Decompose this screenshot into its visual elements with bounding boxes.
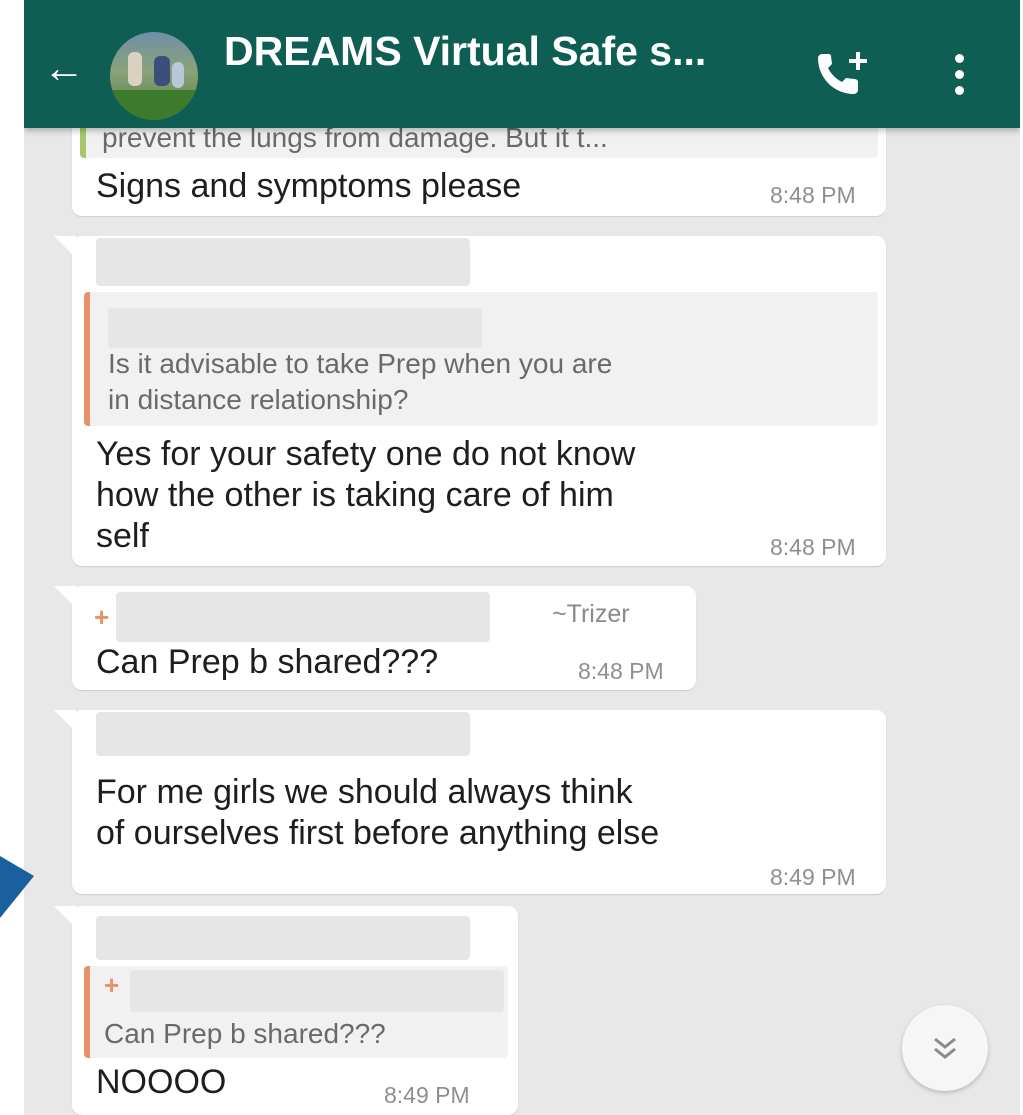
message-bubble[interactable]: + Can Prep b shared??? NOOOO 8:49 PM — [54, 906, 518, 1115]
message-time: 8:48 PM — [578, 658, 664, 684]
message-text-line: of ourselves first before anything else — [96, 814, 660, 852]
message-time: 8:49 PM — [384, 1082, 470, 1108]
message-bubble[interactable]: + ~Trizer Can Prep b shared??? 8:48 PM — [54, 586, 696, 690]
quoted-text-line: Is it advisable to take Prep when you ar… — [108, 348, 613, 379]
scroll-to-bottom-button[interactable] — [902, 1005, 988, 1091]
message-text: Signs and symptoms please — [96, 167, 522, 205]
message-time: 8:48 PM — [770, 182, 856, 208]
message-time: 8:48 PM — [770, 534, 856, 560]
arrow-left-icon[interactable]: ← — [42, 46, 86, 90]
pointer-arrow-icon — [0, 848, 40, 928]
message-bubble[interactable]: Is it advisable to take Prep when you ar… — [54, 236, 886, 566]
redacted-sender — [96, 916, 470, 960]
quoted-text-line: in distance relationship? — [108, 384, 409, 415]
quoted-message[interactable]: + Can Prep b shared??? — [84, 966, 508, 1058]
plus-indicator: + — [104, 970, 120, 1000]
message-text: NOOOO — [96, 1063, 227, 1101]
message-text: Can Prep b shared??? — [96, 643, 439, 681]
message-text-line: Yes for your safety one do not know — [96, 435, 636, 473]
group-avatar[interactable] — [110, 32, 198, 120]
message-text-line: For me girls we should always think — [96, 773, 633, 811]
redacted-sender — [96, 238, 470, 286]
chat-screen: ← DREAMS Virtual Safe s... prevent the l… — [24, 0, 1020, 1115]
quoted-text: Can Prep b shared??? — [104, 1018, 386, 1049]
redacted-sender — [96, 712, 470, 756]
message-text-line: how the other is taking care of him — [96, 476, 614, 514]
add-call-icon[interactable] — [814, 48, 874, 100]
chat-title[interactable]: DREAMS Virtual Safe s... — [224, 28, 784, 75]
message-bubble[interactable]: For me girls we should always think of o… — [54, 710, 886, 894]
plus-indicator: + — [94, 602, 110, 632]
message-time: 8:49 PM — [770, 864, 856, 890]
quoted-message[interactable]: Is it advisable to take Prep when you ar… — [84, 292, 878, 426]
redacted-quote-sender — [108, 308, 482, 348]
message-text-line: self — [96, 517, 149, 555]
sender-name: ~Trizer — [552, 600, 630, 628]
double-chevron-down-icon — [934, 1037, 956, 1059]
more-vert-icon[interactable] — [948, 52, 972, 98]
redacted-sender — [116, 592, 490, 642]
app-bar: ← DREAMS Virtual Safe s... — [24, 0, 1020, 128]
redacted-quote-sender — [130, 970, 504, 1012]
